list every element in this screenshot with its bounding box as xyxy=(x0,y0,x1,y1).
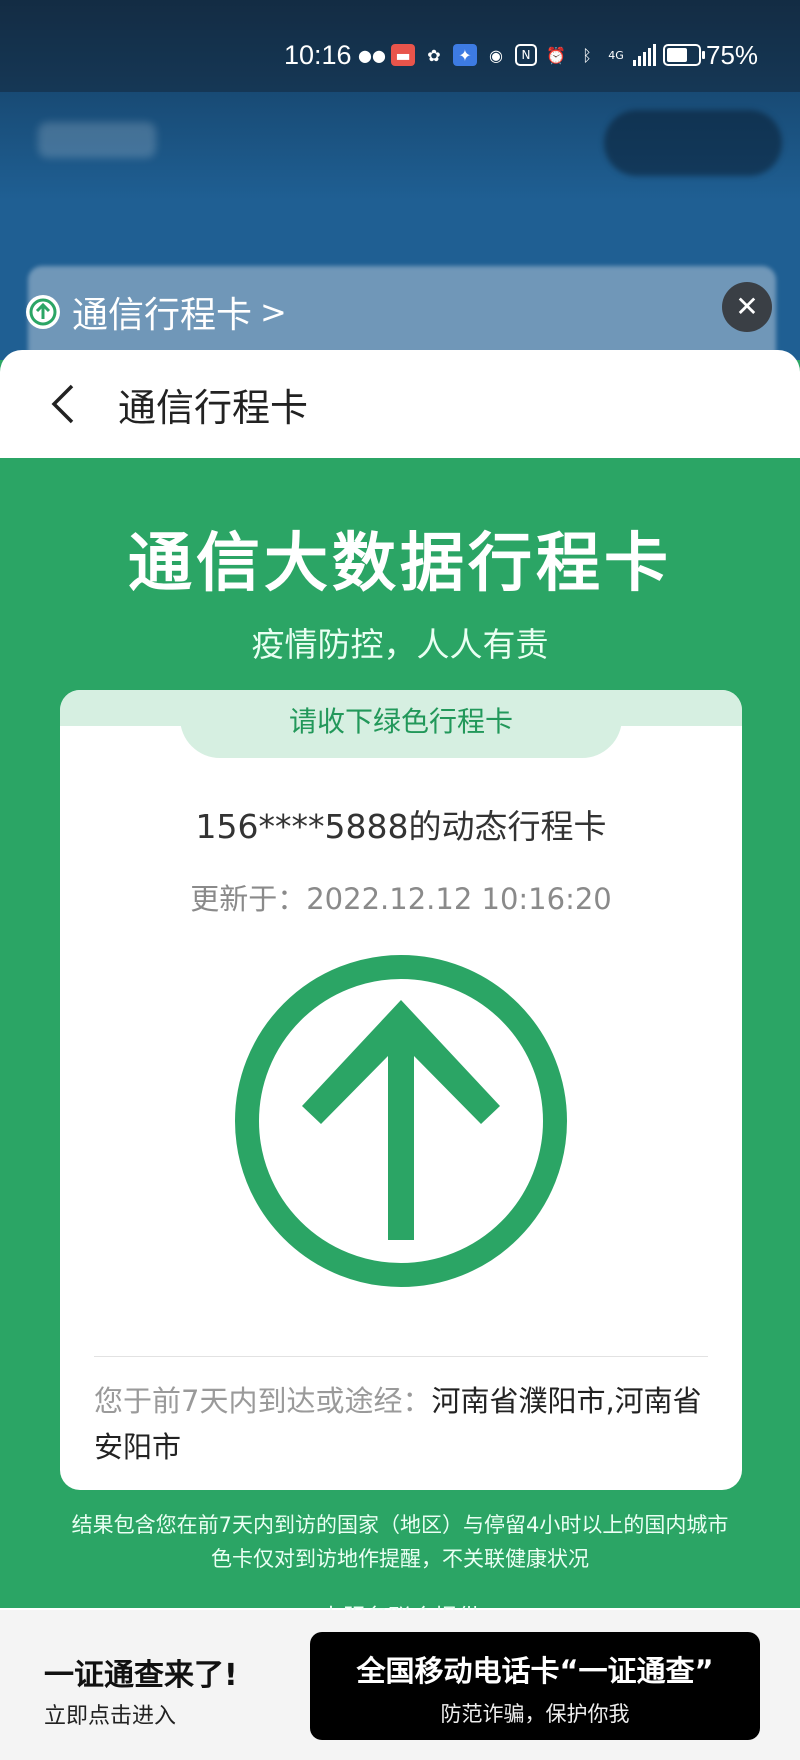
disclaimer-line-1: 结果包含您在前7天内到访的国家（地区）与停留4小时以上的国内城市 xyxy=(71,1513,729,1537)
battery-icon xyxy=(663,44,705,66)
visited-label: 您于前7天内到达或途经： xyxy=(94,1384,432,1418)
banner-button-title: 全国移动电话卡“一证通查” xyxy=(356,1654,714,1688)
back-button[interactable] xyxy=(28,369,98,439)
chevron-left-icon xyxy=(51,384,74,424)
main-title: 通信大数据行程卡 xyxy=(128,527,672,601)
banner-button-subtitle: 防范诈骗，保护你我 xyxy=(440,1702,630,1726)
banner-subtext: 立即点击进入 xyxy=(44,1704,177,1729)
banner-headline: 一证通查来了! xyxy=(44,1658,238,1693)
card-divider xyxy=(94,1356,708,1357)
visited-places: 您于前7天内到达或途经：河南省濮阳市,河南省安阳市 xyxy=(94,1378,714,1470)
travel-card: 请收下绿色行程卡 156****5888的动态行程卡 更新于：2022.12.1… xyxy=(60,690,742,1490)
promo-banner[interactable]: 一证通查来了! 立即点击进入 全国移动电话卡“一证通查” 防范诈骗，保护你我 xyxy=(0,1610,800,1760)
green-arrow-icon xyxy=(234,954,568,1288)
status-bar: 10:16 ●● ▬ ✿ ✦ ◉ N ⏰ ᛒ 4G 75% xyxy=(0,0,800,92)
page-title: 通信行程卡 xyxy=(118,385,309,430)
blurred-title xyxy=(38,122,156,158)
signal-icon xyxy=(633,44,656,66)
alarm-icon: ⏰ xyxy=(546,45,566,65)
close-icon[interactable]: ✕ xyxy=(722,282,772,332)
status-time: 10:16 xyxy=(284,40,352,70)
card-tab-label: 请收下绿色行程卡 xyxy=(180,690,622,758)
chevron-right-icon: > xyxy=(260,293,287,331)
subtitle: 疫情防控，人人有责 xyxy=(251,625,549,664)
updated-time: 更新于：2022.12.12 10:16:20 xyxy=(190,882,612,916)
mini-program-title[interactable]: 通信行程卡 > xyxy=(26,286,287,338)
blurred-capsule xyxy=(604,110,782,176)
network-type-icon: 4G xyxy=(608,48,624,62)
navigation-bar: 通信行程卡 xyxy=(0,350,800,458)
one-id-check-button[interactable]: 全国移动电话卡“一证通查” 防范诈骗，保护你我 xyxy=(310,1632,760,1740)
status-icons: ●● ▬ ✿ ✦ ◉ N ⏰ ᛒ 4G xyxy=(358,44,705,66)
nfc-icon: N xyxy=(515,44,537,66)
battery-percent: 75% xyxy=(706,40,759,70)
paw-icon: ✦ xyxy=(453,44,477,66)
disclaimer-line-2: 色卡仅对到访地作提醒，不关联健康状况 xyxy=(211,1547,589,1571)
bow-icon: ✿ xyxy=(427,45,441,65)
wechat-icon: ●● xyxy=(358,45,386,65)
phone-number-line: 156****5888的动态行程卡 xyxy=(195,807,607,846)
app-notification-icon: ▬ xyxy=(391,44,415,66)
disclaimer-note: 结果包含您在前7天内到访的国家（地区）与停留4小时以上的国内城市 色卡仅对到访地… xyxy=(0,1508,800,1576)
eye-icon: ◉ xyxy=(489,45,503,65)
travel-card-logo-icon xyxy=(26,295,60,329)
mini-program-title-text: 通信行程卡 xyxy=(72,295,253,336)
bluetooth-icon: ᛒ xyxy=(582,45,592,65)
